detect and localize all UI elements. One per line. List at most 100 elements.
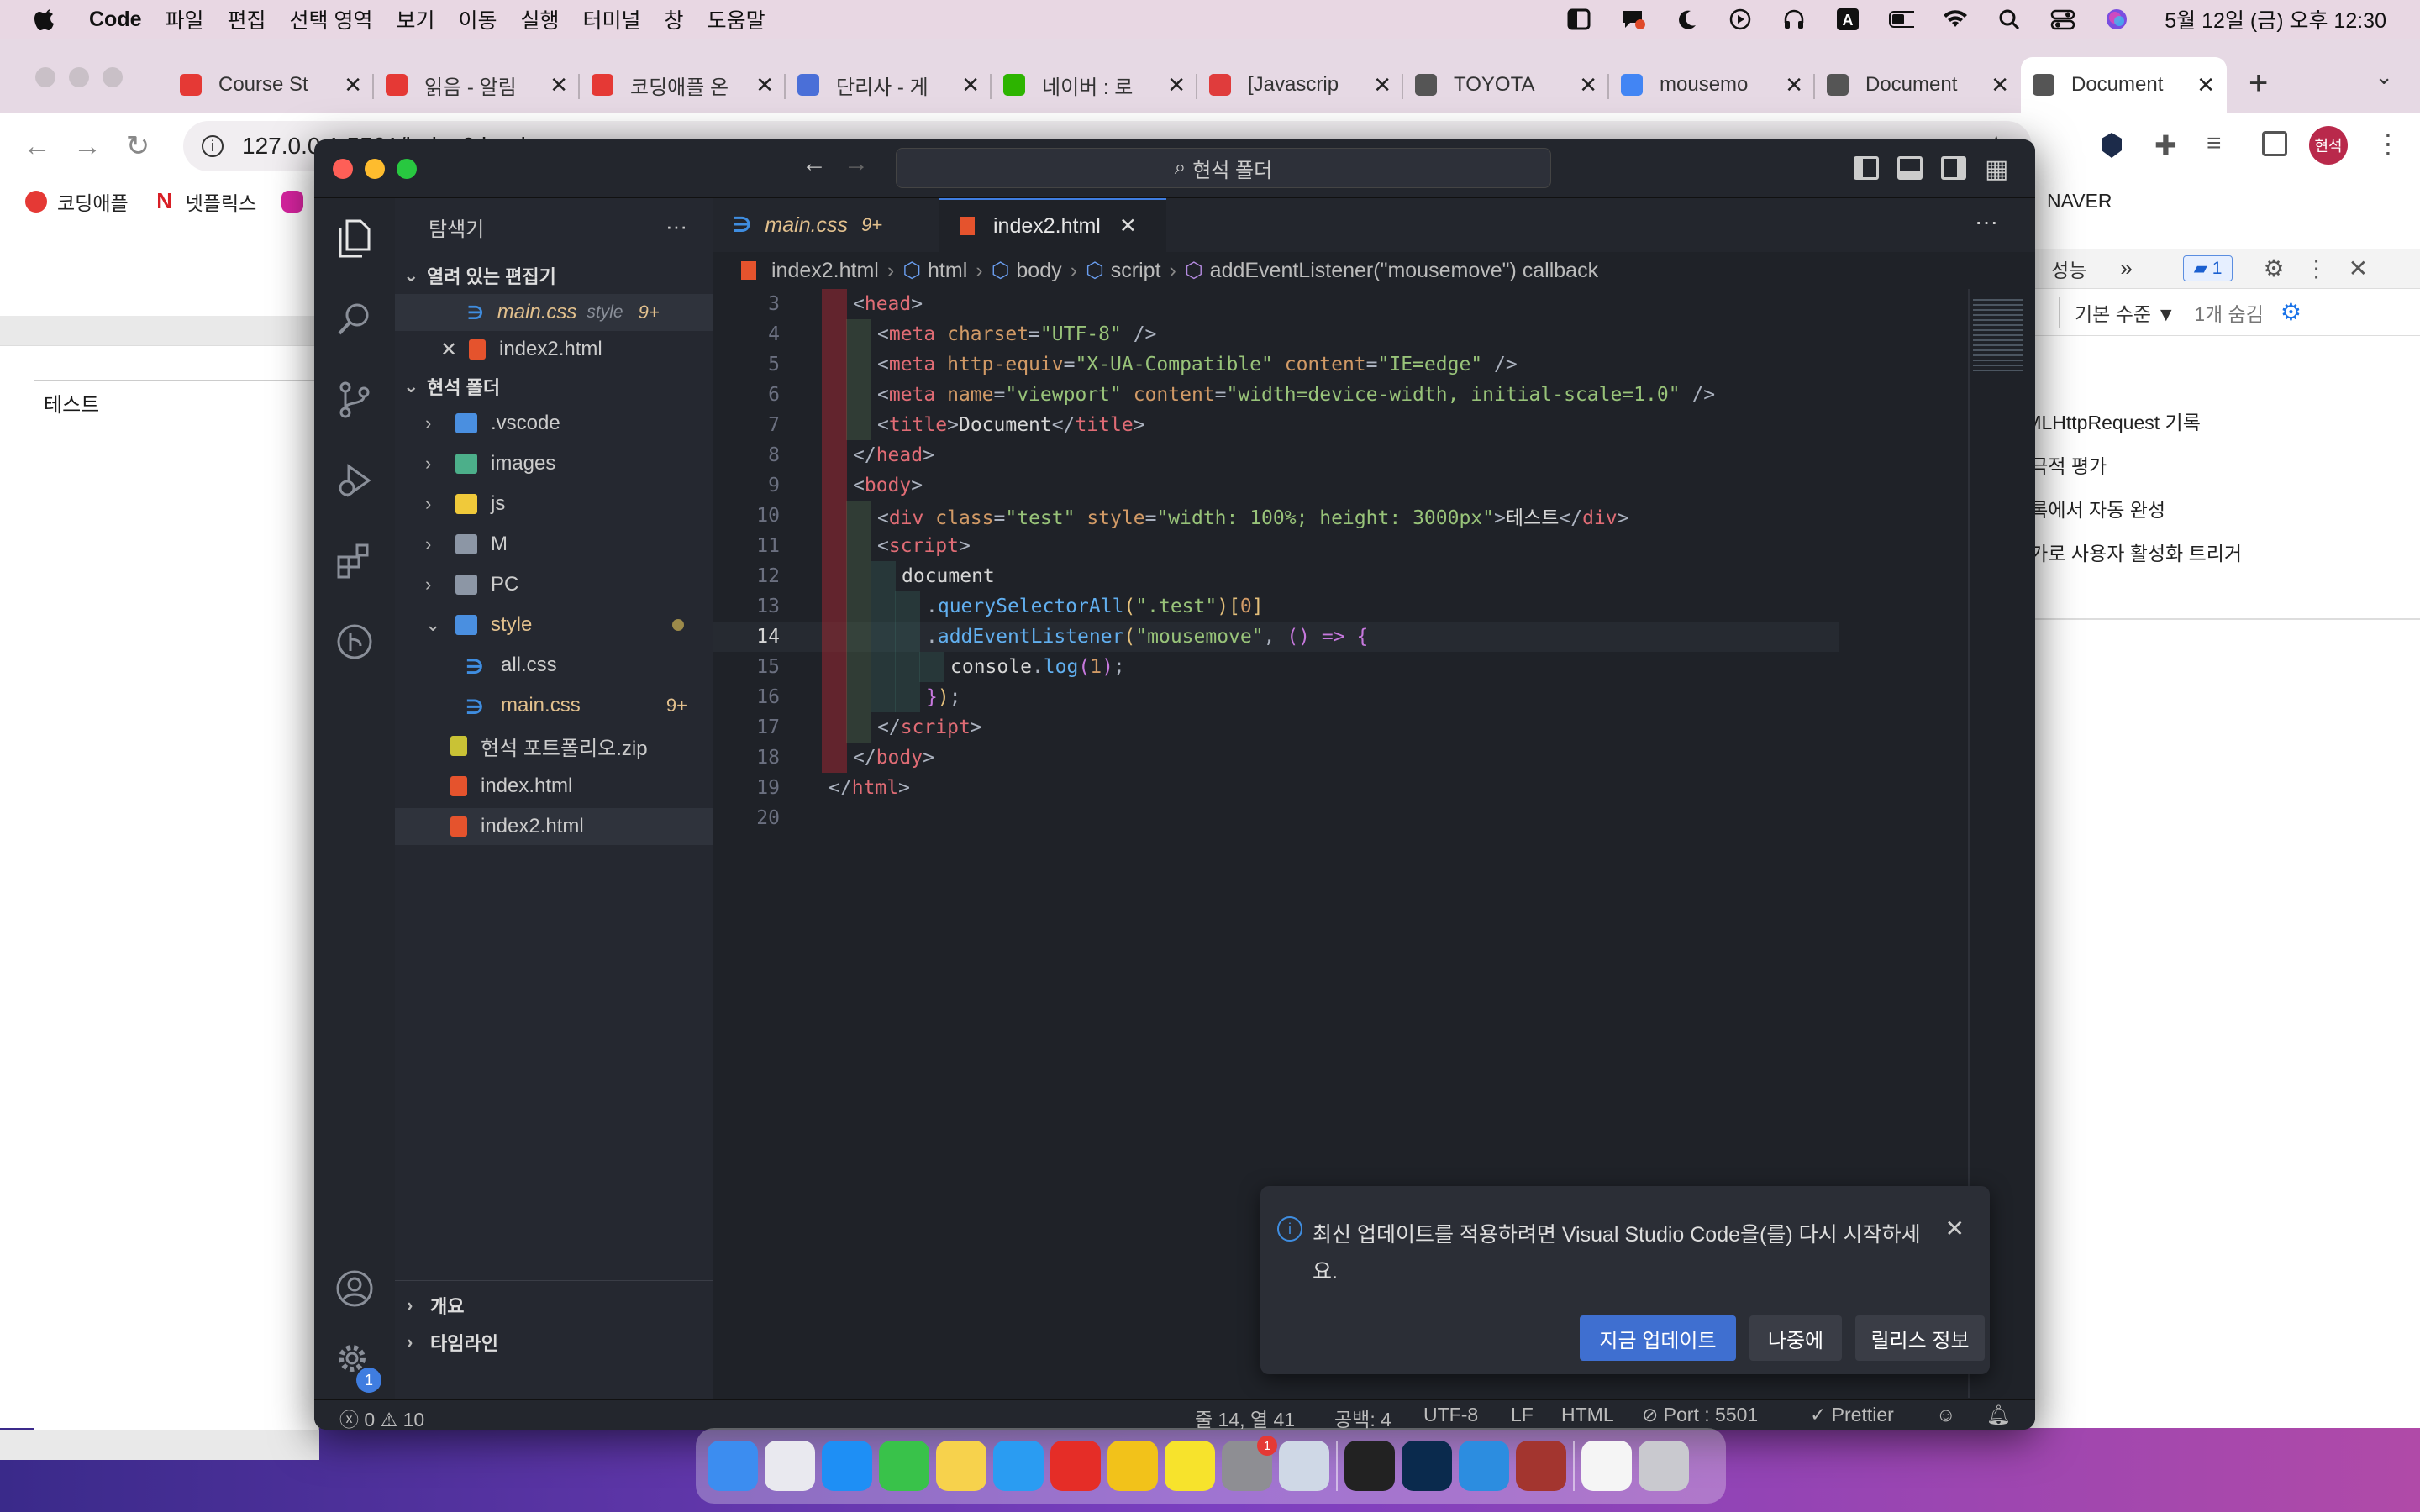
breadcrumb-callback[interactable]: addEventListener("mousemove") callback bbox=[1210, 259, 1598, 283]
later-button[interactable]: 나중에 bbox=[1749, 1315, 1842, 1361]
code-line[interactable]: 12 document bbox=[713, 561, 1855, 591]
eol-status[interactable]: LF bbox=[1511, 1404, 1534, 1426]
side-panel-icon[interactable] bbox=[2262, 131, 2287, 156]
chrome-minimize-button[interactable] bbox=[69, 67, 89, 87]
tree-item[interactable]: 현석 포트폴리오.zip bbox=[395, 727, 713, 764]
tree-item[interactable]: › PC bbox=[395, 566, 713, 603]
tree-item[interactable]: › js bbox=[395, 486, 713, 522]
profile-avatar[interactable]: 현석 bbox=[2309, 126, 2348, 165]
log-level-dropdown[interactable]: 기본 수준 ▼ bbox=[2075, 298, 2175, 327]
wifi-icon[interactable] bbox=[1943, 7, 1968, 32]
tab-index2-html[interactable]: index2.html ✕ bbox=[939, 198, 1166, 252]
tab-close-icon[interactable]: ✕ bbox=[1373, 72, 1392, 98]
bookmark-item[interactable]: N 넷플릭스 bbox=[153, 187, 256, 216]
browser-tab[interactable]: Document ✕ bbox=[2021, 57, 2227, 113]
run-debug-icon[interactable] bbox=[314, 440, 395, 521]
test-div[interactable] bbox=[34, 380, 319, 1430]
safari-icon[interactable] bbox=[993, 1441, 1044, 1491]
chrome-close-button[interactable] bbox=[35, 67, 55, 87]
problems-status[interactable]: ⓧ 0 ⚠ 10 bbox=[339, 1404, 424, 1430]
terminal-icon[interactable] bbox=[1344, 1441, 1395, 1491]
new-tab-button[interactable]: + bbox=[2249, 65, 2268, 102]
launchpad-icon[interactable] bbox=[765, 1441, 815, 1491]
extensions-icon[interactable] bbox=[314, 521, 395, 601]
tab-close-icon[interactable]: ✕ bbox=[1579, 72, 1597, 98]
tab-close-icon[interactable]: ✕ bbox=[1785, 72, 1803, 98]
devtools-close-icon[interactable]: ✕ bbox=[2349, 255, 2368, 282]
notes-icon[interactable] bbox=[936, 1441, 986, 1491]
chrome-zoom-button[interactable] bbox=[103, 67, 123, 87]
tree-item[interactable]: ∋ main.css 9+ bbox=[395, 687, 713, 724]
browser-tab[interactable]: 네이버 : 로 ✕ bbox=[992, 57, 1197, 113]
toggle-secondary-sidebar-icon[interactable] bbox=[1941, 156, 1966, 180]
bookmark-item[interactable] bbox=[281, 190, 313, 213]
vscode-minimize-button[interactable] bbox=[365, 159, 385, 179]
sidebar-toggle-status-icon[interactable] bbox=[1566, 7, 1591, 32]
photoshop-icon[interactable] bbox=[1402, 1441, 1452, 1491]
menu-view[interactable]: 보기 bbox=[396, 4, 434, 34]
code-line[interactable]: 13 .querySelectorAll(".test")[0] bbox=[713, 591, 1855, 622]
prettier-status[interactable]: ✓ Prettier bbox=[1810, 1404, 1894, 1426]
moon-icon[interactable] bbox=[1674, 7, 1699, 32]
manage-gear-icon[interactable]: 1 bbox=[314, 1320, 395, 1401]
bookmark-item[interactable]: 코딩애플 bbox=[25, 187, 129, 216]
outline-section[interactable]: › 개요 bbox=[395, 1287, 713, 1324]
vscode-icon[interactable] bbox=[1459, 1441, 1509, 1491]
finder-icon[interactable] bbox=[708, 1441, 758, 1491]
kakaotalk-icon[interactable] bbox=[1165, 1441, 1215, 1491]
media-control-icon[interactable]: ≡ bbox=[2207, 129, 2222, 158]
devtools-more-icon[interactable]: ⋮ bbox=[2305, 255, 2328, 282]
close-tab-icon[interactable]: ✕ bbox=[1119, 213, 1137, 239]
browser-tab[interactable]: Document ✕ bbox=[1815, 57, 2021, 113]
play-circle-icon[interactable] bbox=[1728, 7, 1753, 32]
preview-icon[interactable] bbox=[1279, 1441, 1329, 1491]
tab-close-icon[interactable]: ✕ bbox=[1991, 72, 2009, 98]
code-line[interactable]: 20 bbox=[713, 803, 1855, 833]
extension-shield-icon[interactable] bbox=[2097, 131, 2126, 160]
tab-main-css[interactable]: ∋ main.css 9+ bbox=[713, 198, 939, 252]
tab-close-icon[interactable]: ✕ bbox=[1167, 72, 1186, 98]
bookmark-naver[interactable]: NAVER bbox=[2047, 190, 2112, 213]
siri-icon[interactable] bbox=[2104, 7, 2129, 32]
breadcrumb-file[interactable]: index2.html bbox=[771, 259, 879, 283]
browser-tab[interactable]: mousemo ✕ bbox=[1609, 57, 1815, 113]
app-store-icon[interactable] bbox=[822, 1441, 872, 1491]
tree-item[interactable]: index2.html bbox=[395, 808, 713, 845]
back-arrow-icon[interactable]: ← bbox=[12, 121, 62, 171]
issues-badge[interactable]: ▰ 1 bbox=[2182, 255, 2233, 281]
control-center-icon[interactable] bbox=[2050, 7, 2075, 32]
command-center-search[interactable]: ⌕ 현석 폴더 bbox=[896, 148, 1551, 188]
code-line[interactable]: 7 <title>Document</title> bbox=[713, 410, 1855, 440]
menu-help[interactable]: 도움말 bbox=[708, 4, 765, 34]
toggle-primary-sidebar-icon[interactable] bbox=[1854, 156, 1879, 180]
menu-edit[interactable]: 편집 bbox=[228, 4, 266, 34]
code-line[interactable]: 11 <script> bbox=[713, 531, 1855, 561]
breadcrumb-body[interactable]: body bbox=[1016, 259, 1061, 283]
menu-app-name[interactable]: Code bbox=[89, 8, 142, 32]
code-line[interactable]: 6 <meta name="viewport" content="width=de… bbox=[713, 380, 1855, 410]
tree-item[interactable]: index.html bbox=[395, 768, 713, 805]
source-control-icon[interactable] bbox=[314, 360, 395, 440]
system-preferences-icon[interactable]: 1 bbox=[1222, 1436, 1277, 1491]
browser-tab[interactable]: TOYOTA ✕ bbox=[1403, 57, 1609, 113]
folder-section[interactable]: ⌄ 현석 폴더 bbox=[395, 368, 713, 405]
release-notes-button[interactable]: 릴리스 정보 bbox=[1855, 1315, 1985, 1361]
customize-layout-icon[interactable]: ▦ bbox=[1985, 155, 2008, 184]
dictionary-icon[interactable] bbox=[1516, 1441, 1566, 1491]
code-line[interactable]: 16}); bbox=[713, 682, 1855, 712]
chat-status-icon[interactable] bbox=[1620, 7, 1646, 32]
explorer-more-icon[interactable]: ··· bbox=[666, 213, 687, 239]
devtools-settings-gear-icon[interactable]: ⚙ bbox=[2263, 255, 2284, 282]
breadcrumb-script[interactable]: script bbox=[1111, 259, 1161, 283]
menu-run[interactable]: 실행 bbox=[521, 4, 560, 34]
code-line[interactable]: 3 <head> bbox=[713, 289, 1855, 319]
tree-item[interactable]: › .vscode bbox=[395, 405, 713, 442]
open-editor-index2-html[interactable]: ✕ index2.html bbox=[395, 331, 713, 368]
nav-back-arrow-icon[interactable]: ← bbox=[802, 150, 827, 178]
browser-tab[interactable]: 읽음 - 알림 ✕ bbox=[374, 57, 580, 113]
code-line[interactable]: 9 <body> bbox=[713, 470, 1855, 501]
breadcrumb-html[interactable]: html bbox=[928, 259, 967, 283]
tab-search-chevron-icon[interactable]: ⌄ bbox=[2375, 64, 2393, 90]
toggle-panel-icon[interactable] bbox=[1897, 156, 1923, 180]
apple-menu-icon[interactable] bbox=[29, 3, 62, 36]
